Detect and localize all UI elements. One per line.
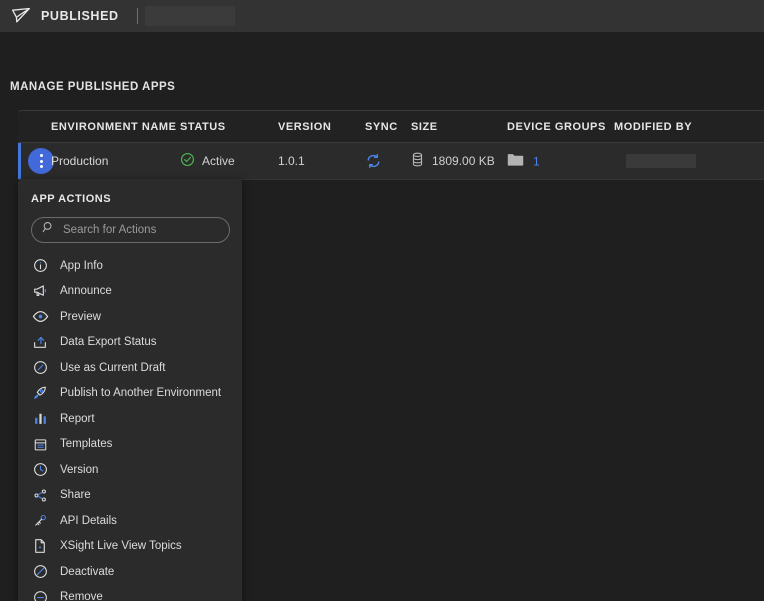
menu-item-label: Data Export Status [60, 336, 157, 349]
folder-icon [507, 153, 524, 170]
menu-item-xsight-live-view-topics[interactable]: XSight Live View Topics [18, 534, 242, 560]
cell-status: Active [180, 152, 235, 170]
page-title: PUBLISHED [41, 9, 119, 23]
column-header-version: VERSION [278, 120, 332, 133]
menu-item-publish-to-another-environment[interactable]: Publish to Another Environment [18, 381, 242, 407]
cell-version: 1.0.1 [278, 154, 305, 168]
clock-icon [31, 461, 49, 479]
check-circle-icon [180, 152, 195, 170]
info-circle-icon [31, 257, 49, 275]
status-badge: Active [202, 154, 235, 168]
menu-item-label: Version [60, 463, 99, 476]
top-bar: PUBLISHED [0, 0, 764, 32]
device-groups-count-link[interactable]: 1 [533, 154, 540, 168]
search-actions-field[interactable] [31, 217, 230, 243]
column-header-sync: SYNC [365, 120, 398, 133]
column-header-device-groups: DEVICE GROUPS [507, 120, 606, 133]
menu-item-label: XSight Live View Topics [60, 540, 182, 553]
redacted-modified-by [626, 154, 696, 168]
cell-device-groups: 1 [507, 153, 540, 170]
bar-chart-icon [31, 410, 49, 428]
menu-item-report[interactable]: Report [18, 406, 242, 432]
published-apps-table: ENVIRONMENT NAME STATUS VERSION SYNC SIZ… [18, 110, 764, 180]
menu-item-label: Publish to Another Environment [60, 387, 222, 400]
menu-item-app-info[interactable]: App Info [18, 253, 242, 279]
menu-item-label: Announce [60, 285, 112, 298]
circle-slash-icon [31, 563, 49, 581]
eye-icon [31, 308, 49, 326]
menu-item-deactivate[interactable]: Deactivate [18, 559, 242, 585]
menu-item-data-export-status[interactable]: Data Export Status [18, 330, 242, 356]
menu-item-label: App Info [60, 259, 103, 272]
cell-modified-by [626, 154, 696, 168]
key-icon [31, 512, 49, 530]
template-calendar-icon [31, 435, 49, 453]
table-row: Production Active 1.0.1 1809.00 KB 1 [18, 143, 764, 180]
menu-item-label: Report [60, 412, 95, 425]
column-header-status: STATUS [180, 120, 226, 133]
row-accent-bar [18, 143, 21, 179]
menu-item-share[interactable]: Share [18, 483, 242, 509]
column-header-environment-name: ENVIRONMENT NAME [51, 120, 177, 133]
cell-environment-name: Production [51, 154, 109, 168]
megaphone-icon [31, 282, 49, 300]
column-header-modified-by: MODIFIED BY [614, 120, 693, 133]
size-value: 1809.00 KB [432, 154, 495, 168]
menu-item-remove[interactable]: Remove [18, 585, 242, 601]
menu-item-label: Deactivate [60, 565, 115, 578]
search-input[interactable] [63, 224, 219, 236]
document-icon [31, 537, 49, 555]
app-actions-menu: App Info Announce Preview Data Export St… [18, 253, 242, 601]
export-box-icon [31, 333, 49, 351]
redacted-app-name [144, 6, 235, 26]
sync-refresh-icon[interactable] [365, 153, 382, 170]
page-body: MANAGE PUBLISHED APPS ENVIRONMENT NAME S… [0, 32, 764, 601]
table-header-row: ENVIRONMENT NAME STATUS VERSION SYNC SIZ… [18, 110, 764, 143]
menu-item-api-details[interactable]: API Details [18, 508, 242, 534]
rocket-icon [31, 384, 49, 402]
paper-plane-icon [10, 6, 32, 26]
pencil-circle-icon [31, 359, 49, 377]
menu-item-label: Share [60, 489, 91, 502]
search-icon [42, 221, 55, 239]
menu-item-use-as-current-draft[interactable]: Use as Current Draft [18, 355, 242, 381]
menu-item-label: Templates [60, 438, 113, 451]
database-icon [411, 152, 424, 170]
menu-item-label: Preview [60, 310, 101, 323]
app-actions-panel: APP ACTIONS App Info [18, 179, 242, 601]
menu-item-preview[interactable]: Preview [18, 304, 242, 330]
menu-item-templates[interactable]: Templates [18, 432, 242, 458]
menu-item-announce[interactable]: Announce [18, 279, 242, 305]
app-actions-title: APP ACTIONS [31, 193, 112, 205]
menu-item-label: Use as Current Draft [60, 361, 166, 374]
share-nodes-icon [31, 486, 49, 504]
minus-circle-icon [31, 588, 49, 601]
menu-item-label: Remove [60, 591, 103, 601]
section-title: MANAGE PUBLISHED APPS [10, 81, 176, 93]
column-header-size: SIZE [411, 120, 438, 133]
menu-item-version[interactable]: Version [18, 457, 242, 483]
cell-size: 1809.00 KB [411, 152, 495, 170]
header-divider [136, 8, 138, 24]
menu-item-label: API Details [60, 514, 117, 527]
